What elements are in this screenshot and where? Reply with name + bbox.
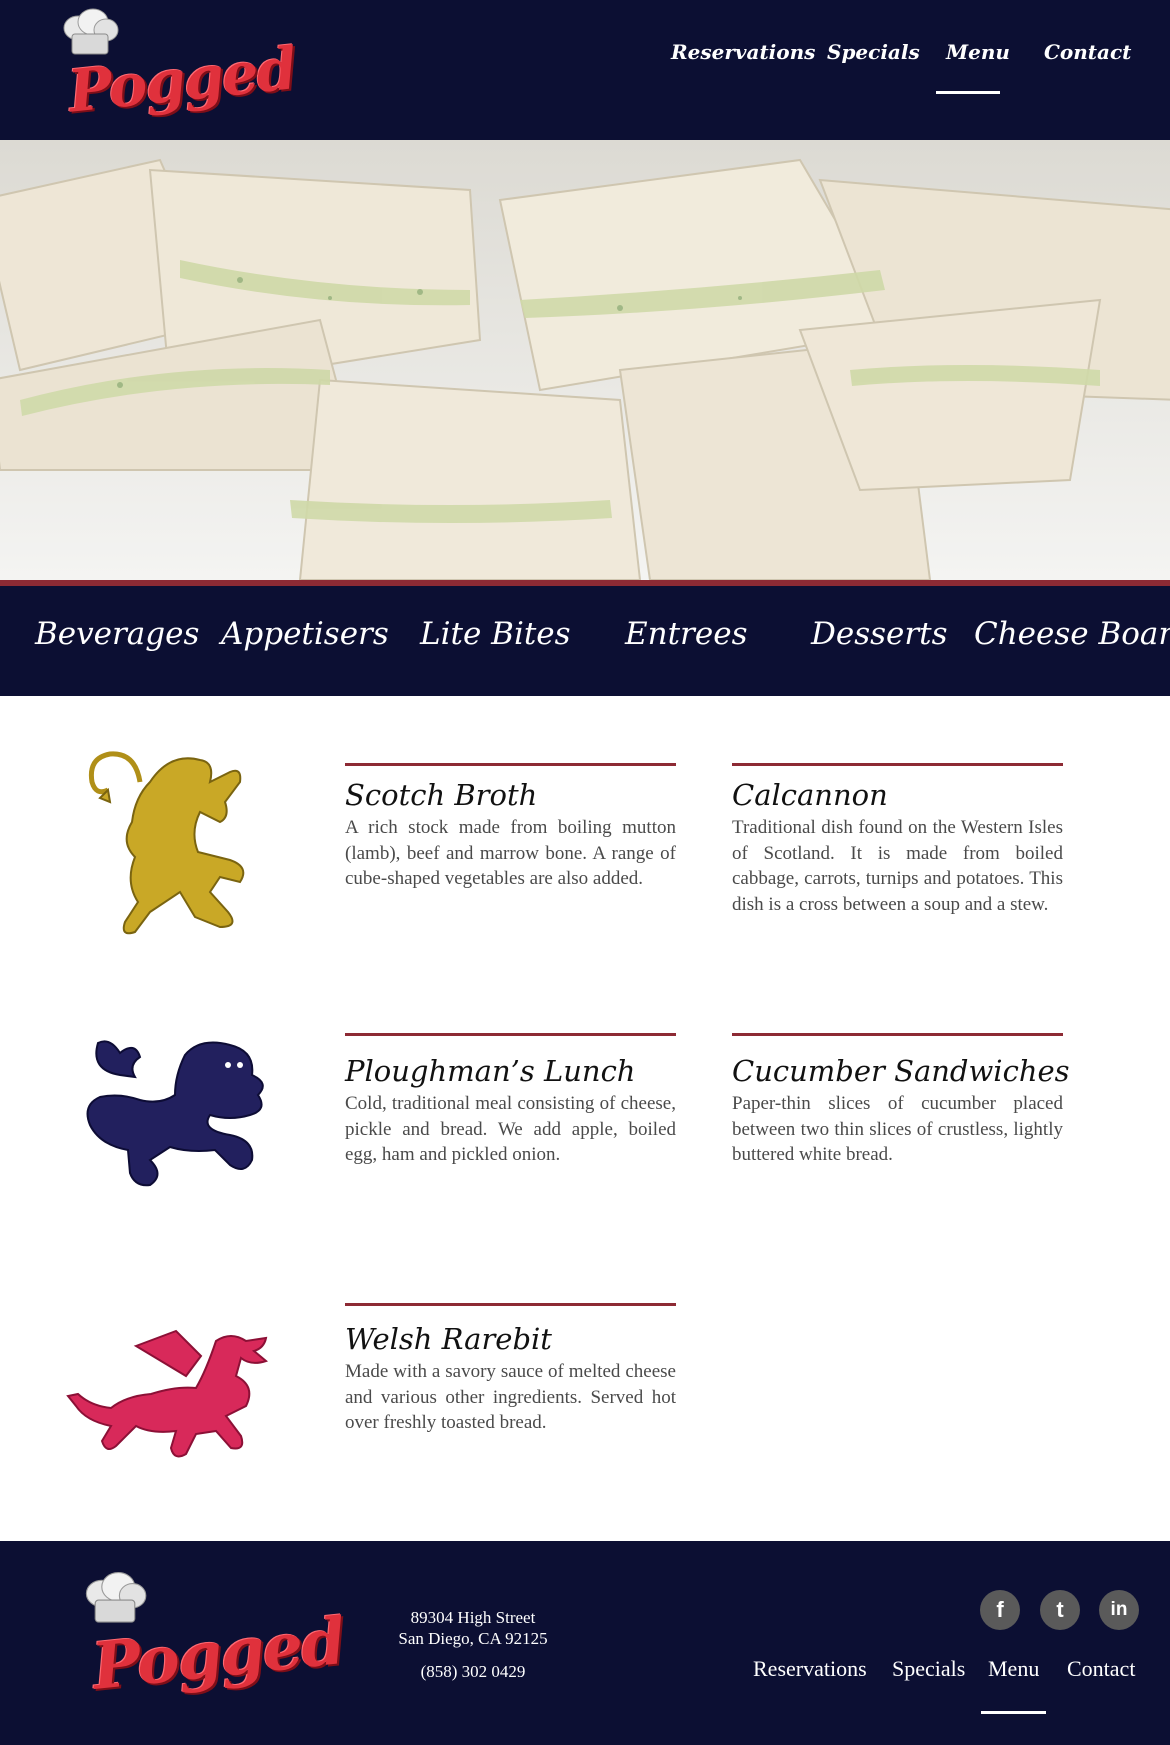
category-appetisers[interactable]: Appetisers [221, 616, 389, 652]
nav-active-indicator [936, 91, 1000, 94]
menu-item-description: Traditional dish found on the Western Is… [732, 817, 1063, 915]
footer-nav-specials[interactable]: Specials [892, 1656, 965, 1682]
category-desserts[interactable]: Desserts [811, 616, 948, 652]
category-entrees[interactable]: Entrees [625, 616, 747, 652]
nav-specials[interactable]: Specials [827, 40, 920, 64]
category-beverages[interactable]: Beverages [35, 616, 199, 652]
menu-item-rule [732, 763, 1063, 766]
footer-nav-reservations[interactable]: Reservations [753, 1656, 867, 1682]
category-lite-bites[interactable]: Lite Bites [420, 616, 571, 652]
footer-nav-contact[interactable]: Contact [1067, 1656, 1135, 1682]
menu-item-title: Calcannon [732, 778, 888, 812]
footer-logo[interactable]: Pogged [78, 1571, 347, 1711]
menu-item-title: Ploughman’s Lunch [345, 1054, 636, 1088]
site-header: Pogged Reservations Specials Menu Contac… [0, 0, 1170, 140]
menu-item-rule [345, 1033, 676, 1036]
menu-item: Ploughman’s Lunch Cold, traditional meal… [345, 1033, 676, 1168]
menu-item: Welsh Rarebit Made with a savory sauce o… [345, 1303, 676, 1436]
sandwich-photo-illustration [0, 140, 1170, 580]
category-cheese-board[interactable]: Cheese Board [974, 616, 1170, 652]
footer-nav-menu[interactable]: Menu [988, 1656, 1039, 1682]
menu-item: Cucumber Sandwiches Paper-thin slices of… [732, 1033, 1070, 1168]
menu-item-title: Scotch Broth [345, 778, 538, 812]
linkedin-icon[interactable]: in [1099, 1590, 1139, 1630]
menu-item-rule [732, 1033, 1063, 1036]
main-nav: Reservations Specials Menu Contact [0, 40, 1170, 100]
menu-item-rule [345, 1303, 676, 1306]
hero-image-cucumber-sandwiches [0, 140, 1170, 580]
menu-category-bar: Beverages Appetisers Lite Bites Entrees … [0, 586, 1170, 696]
menu-item: Scotch Broth A rich stock made from boil… [345, 763, 676, 892]
red-welsh-dragon-icon [66, 1329, 269, 1458]
nav-contact[interactable]: Contact [1044, 40, 1131, 64]
menu-item-description: Cold, traditional meal consisting of che… [345, 1093, 676, 1165]
nav-menu[interactable]: Menu [946, 40, 1010, 64]
footer-address: 89304 High Street San Diego, CA 92125 (8… [373, 1607, 573, 1682]
menu-item-title: Cucumber Sandwiches [732, 1054, 1070, 1088]
navy-lion-passant-icon [86, 1040, 264, 1187]
twitter-icon[interactable]: t [1040, 1590, 1080, 1630]
gold-lion-rampant-icon [88, 751, 245, 935]
menu-item-title: Welsh Rarebit [345, 1322, 552, 1356]
address-street: 89304 High Street [410, 1608, 536, 1627]
menu-item-description: A rich stock made from boiling mutton (l… [345, 817, 676, 889]
address-city: San Diego, CA 92125 [398, 1629, 548, 1648]
nav-reservations[interactable]: Reservations [671, 40, 815, 64]
menu-item: Calcannon Traditional dish found on the … [732, 763, 1063, 917]
menu-item-description: Made with a savory sauce of melted chees… [345, 1361, 676, 1433]
facebook-icon[interactable]: f [980, 1590, 1020, 1630]
site-footer: Pogged 89304 High Street San Diego, CA 9… [0, 1541, 1170, 1745]
phone-number: (858) 302 0429 [420, 1662, 526, 1681]
footer-nav-active-indicator [981, 1711, 1046, 1714]
menu-item-description: Paper-thin slices of cucumber placed bet… [732, 1093, 1063, 1165]
chef-hat-icon [85, 1572, 147, 1623]
menu-item-rule [345, 763, 676, 766]
